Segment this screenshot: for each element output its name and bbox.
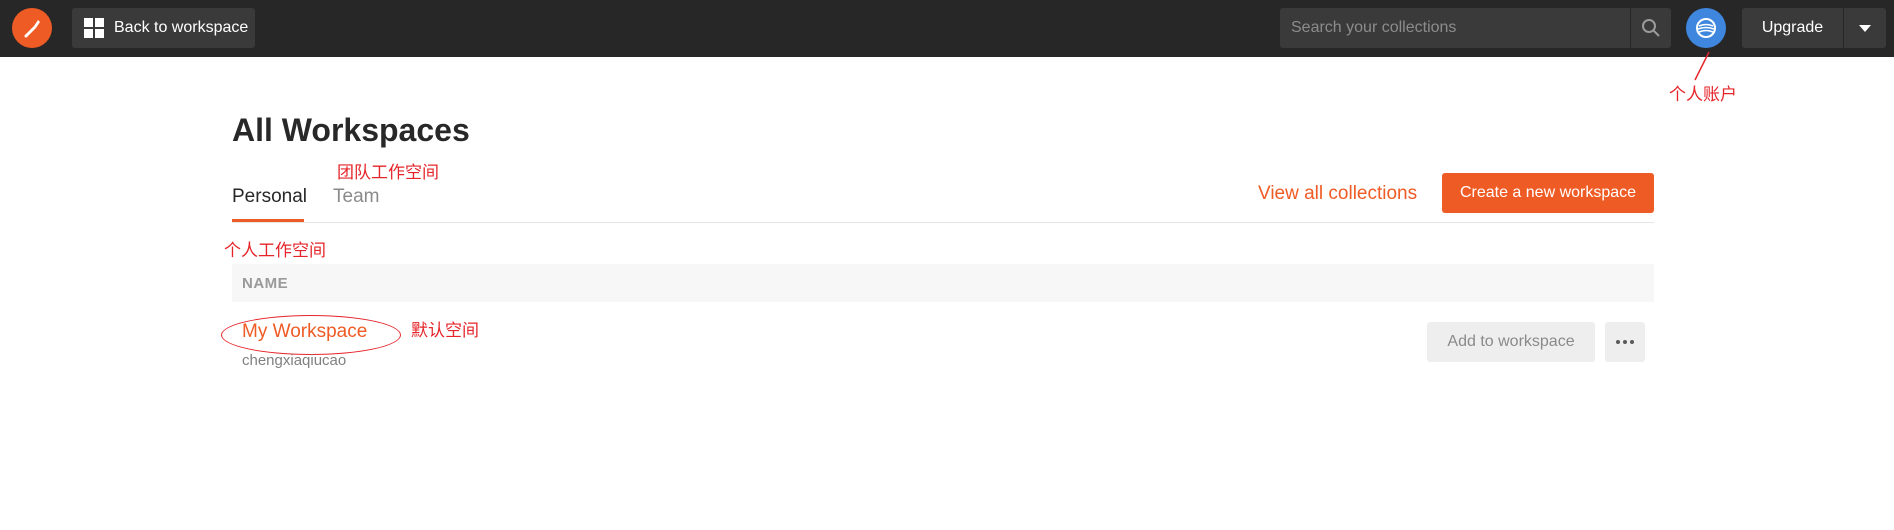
create-workspace-button[interactable]: Create a new workspace (1442, 173, 1654, 213)
back-to-workspace-button[interactable]: Back to workspace (72, 8, 255, 48)
upgrade-button[interactable]: Upgrade (1742, 8, 1843, 48)
tabs-divider (232, 222, 1654, 223)
workspace-owner: chengxiaqiucao (242, 352, 347, 369)
search-button[interactable] (1630, 8, 1671, 48)
annotation-personal: 个人工作空间 (224, 241, 326, 261)
top-bar: Back to workspace Upgrade (0, 0, 1894, 57)
back-to-workspace-label: Back to workspace (114, 19, 249, 36)
workspace-name-link[interactable]: My Workspace (242, 321, 367, 343)
avatar[interactable] (1686, 8, 1726, 48)
annotation-arrow (1694, 51, 1710, 81)
tab-team[interactable]: Team (333, 186, 379, 208)
search-input[interactable] (1280, 8, 1629, 48)
tab-personal[interactable]: Personal (232, 186, 307, 208)
annotation-team: 团队工作空间 (337, 163, 439, 183)
table-header: NAME (232, 264, 1654, 302)
more-icon[interactable] (1605, 322, 1645, 362)
search-icon (1642, 19, 1660, 37)
page-title: All Workspaces (232, 112, 470, 148)
search-box (1280, 8, 1671, 48)
avatar-icon (1696, 18, 1716, 38)
column-name: NAME (242, 275, 289, 292)
annotation-account: 个人账户 (1669, 85, 1737, 105)
chevron-down-icon (1859, 24, 1871, 32)
postman-logo-icon[interactable] (12, 8, 52, 48)
upgrade-dropdown-button[interactable] (1844, 8, 1886, 48)
grid-icon (84, 18, 104, 38)
view-all-collections-link[interactable]: View all collections (1258, 183, 1417, 205)
add-to-workspace-button[interactable]: Add to workspace (1427, 322, 1595, 362)
annotation-default: 默认空间 (411, 321, 479, 341)
